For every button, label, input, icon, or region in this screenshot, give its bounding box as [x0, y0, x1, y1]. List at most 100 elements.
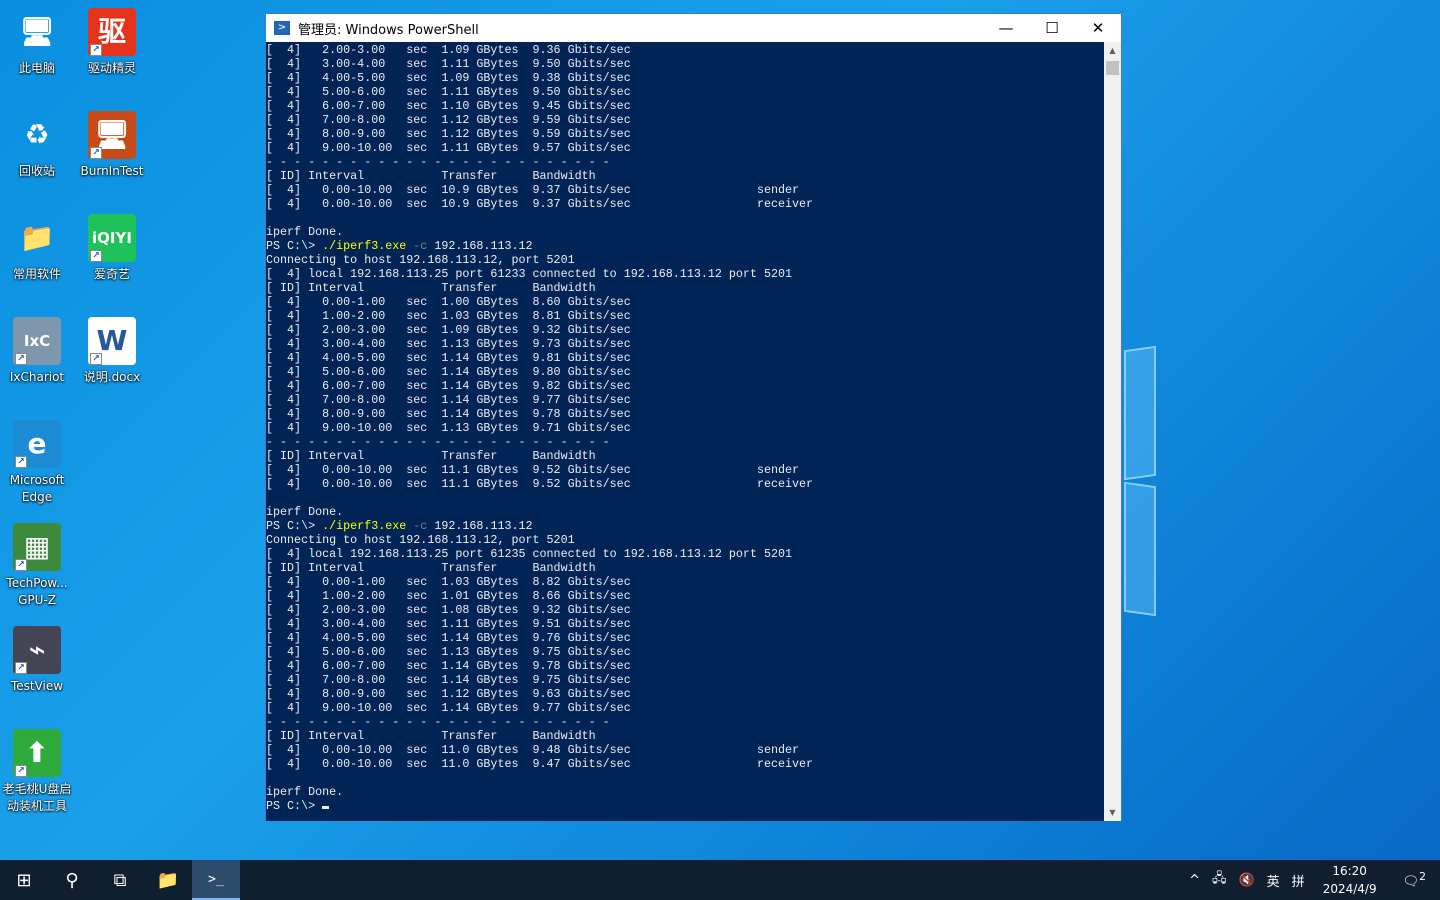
terminal-line: iperf Done.	[266, 225, 344, 239]
terminal-line: [ 4] 8.00-9.00 sec 1.12 GBytes 9.63 Gbit…	[266, 687, 631, 701]
terminal-line: [ 4] 0.00-10.00 sec 11.1 GBytes 9.52 Gbi…	[266, 463, 800, 477]
desktop-icon[interactable]: 🖥 此电脑	[0, 8, 74, 77]
desktop-icon-image: iQIYI ↗	[88, 214, 136, 262]
task-view-button[interactable]: ⧉	[96, 860, 144, 900]
command-arg: 192.168.113.12	[427, 519, 533, 533]
terminal-output[interactable]: [ 4] 2.00-3.00 sec 1.09 GBytes 9.36 Gbit…	[266, 42, 1105, 821]
terminal-line: - - - - - - - - - - - - - - - - - - - - …	[266, 435, 610, 449]
shortcut-arrow-icon: ↗	[15, 559, 27, 571]
terminal-line: PS C:\>	[266, 799, 813, 813]
terminal-line: [ ID] Interval Transfer Bandwidth	[266, 729, 596, 743]
volume-muted-icon[interactable]: 🔇	[1232, 873, 1260, 888]
desktop-icon[interactable]: ⌁ ↗ TestView	[0, 626, 74, 695]
ime-language[interactable]: 英	[1261, 871, 1286, 890]
terminal-line: Connecting to host 192.168.113.12, port …	[266, 253, 575, 267]
terminal-line: [ 4] 7.00-8.00 sec 1.12 GBytes 9.59 Gbit…	[266, 113, 631, 127]
search-button[interactable]: ⚲	[48, 860, 96, 900]
terminal-line: [ 4] 0.00-10.00 sec 10.9 GBytes 9.37 Gbi…	[266, 183, 800, 197]
scroll-down-arrow-icon[interactable]: ▼	[1104, 804, 1121, 821]
terminal-line: [ 4] 7.00-8.00 sec 1.14 GBytes 9.77 Gbit…	[266, 393, 631, 407]
desktop-icon[interactable]: IxC ↗ IxChariot	[0, 317, 74, 386]
windows-logo-pane-bottom	[1124, 481, 1156, 617]
terminal-line: [ ID] Interval Transfer Bandwidth	[266, 449, 596, 463]
shortcut-arrow-icon: ↗	[90, 353, 102, 365]
terminal-line: [ 4] 3.00-4.00 sec 1.11 GBytes 9.51 Gbit…	[266, 617, 631, 631]
desktop-icon[interactable]: W ↗ 说明.docx	[75, 317, 149, 386]
terminal-line: [ 4] local 192.168.113.25 port 61233 con…	[266, 267, 793, 281]
terminal-line: [ 4] 4.00-5.00 sec 1.09 GBytes 9.38 Gbit…	[266, 71, 631, 85]
desktop-icon[interactable]: ♻ 回收站	[0, 111, 74, 180]
time: 16:20	[1332, 864, 1367, 878]
terminal-line: [ 4] 2.00-3.00 sec 1.09 GBytes 9.32 Gbit…	[266, 323, 631, 337]
desktop-icon[interactable]: iQIYI ↗ 爱奇艺	[75, 214, 149, 283]
terminal-line: [ 4] 5.00-6.00 sec 1.11 GBytes 9.50 Gbit…	[266, 85, 631, 99]
shortcut-arrow-icon: ↗	[15, 456, 27, 468]
terminal-line: [ 4] 6.00-7.00 sec 1.10 GBytes 9.45 Gbit…	[266, 99, 631, 113]
terminal-line: [ 4] 0.00-10.00 sec 11.0 GBytes 9.47 Gbi…	[266, 757, 814, 771]
terminal-line: PS C:\> ./iperf3.exe -c 192.168.113.12	[266, 239, 813, 253]
desktop-icon-image: ♻	[24, 118, 50, 151]
clock[interactable]: 16:20 2024/4/9	[1311, 862, 1389, 898]
title-bar[interactable]: > 管理员: Windows PowerShell — ☐ ✕	[266, 14, 1121, 42]
ime-mode[interactable]: 拼	[1286, 871, 1311, 890]
scroll-thumb[interactable]	[1106, 61, 1119, 75]
desktop-icon-label: 老毛桃U盘启动装机工具	[2, 782, 72, 813]
start-button[interactable]: ⊞	[0, 860, 48, 900]
desktop-icon[interactable]: 🖥 ↗ BurnInTest	[75, 111, 149, 180]
desktop-icon-label: 说明.docx	[83, 370, 141, 384]
terminal-line: [ 4] 0.00-1.00 sec 1.03 GBytes 8.82 Gbit…	[266, 575, 631, 589]
terminal-line: [ 4] 0.00-10.00 sec 10.9 GBytes 9.37 Gbi…	[266, 197, 814, 211]
shortcut-arrow-icon: ↗	[15, 662, 27, 674]
terminal-line: Connecting to host 192.168.113.12, port …	[266, 533, 575, 547]
desktop-icon[interactable]: 驱 ↗ 驱动精灵	[75, 8, 149, 77]
powershell-window[interactable]: > 管理员: Windows PowerShell — ☐ ✕ [ 4] 2.0…	[265, 13, 1122, 821]
file-explorer-button[interactable]: 📁	[144, 860, 192, 900]
terminal-line: iperf Done.	[266, 785, 344, 799]
terminal-line: [ 4] 9.00-10.00 sec 1.11 GBytes 9.57 Gbi…	[266, 141, 631, 155]
vertical-scrollbar[interactable]: ▲ ▼	[1104, 42, 1121, 821]
terminal-line: [ 4] 2.00-3.00 sec 1.09 GBytes 9.36 Gbit…	[266, 43, 631, 57]
terminal-line: iperf Done.	[266, 505, 344, 519]
desktop-icon-image: ⌁ ↗	[13, 626, 61, 674]
shortcut-arrow-icon: ↗	[15, 765, 27, 777]
network-icon[interactable]: 🖧	[1206, 869, 1233, 891]
terminal-line: [ 4] local 192.168.113.25 port 61235 con…	[266, 547, 793, 561]
terminal-line: [ 4] 5.00-6.00 sec 1.14 GBytes 9.80 Gbit…	[266, 365, 631, 379]
notification-count: 2	[1419, 870, 1426, 884]
desktop-icon[interactable]: e ↗ Microsoft Edge	[0, 420, 74, 506]
desktop-icon[interactable]: 📁 常用软件	[0, 214, 74, 283]
scroll-up-arrow-icon[interactable]: ▲	[1104, 42, 1121, 59]
desktop-icon[interactable]: ▦ ↗ TechPow... GPU-Z	[0, 523, 74, 609]
terminal-line: [ 4] 4.00-5.00 sec 1.14 GBytes 9.81 Gbit…	[266, 351, 631, 365]
show-hidden-icons-chevron-icon[interactable]: ^	[1183, 873, 1206, 888]
notification-center-button[interactable]: 🗨2	[1389, 870, 1440, 889]
windows-logo-pane-top	[1124, 345, 1156, 481]
desktop-icon-image: IxC ↗	[13, 317, 61, 365]
terminal-line: [ ID] Interval Transfer Bandwidth	[266, 281, 596, 295]
terminal-line: - - - - - - - - - - - - - - - - - - - - …	[266, 155, 610, 169]
date: 2024/4/9	[1322, 882, 1377, 896]
terminal-line: [ 4] 3.00-4.00 sec 1.11 GBytes 9.50 Gbit…	[266, 57, 631, 71]
terminal-line: [ 4] 0.00-10.00 sec 11.0 GBytes 9.48 Gbi…	[266, 743, 800, 757]
terminal-line: [ 4] 2.00-3.00 sec 1.08 GBytes 9.32 Gbit…	[266, 603, 631, 617]
desktop-icon[interactable]: ⬆ ↗ 老毛桃U盘启动装机工具	[0, 729, 74, 815]
close-button[interactable]: ✕	[1075, 14, 1121, 42]
maximize-button[interactable]: ☐	[1029, 14, 1075, 42]
desktop-icon-label: TechPow... GPU-Z	[6, 576, 68, 607]
command-arg: 192.168.113.12	[427, 239, 533, 253]
terminal-line: [ 4] 4.00-5.00 sec 1.14 GBytes 9.76 Gbit…	[266, 631, 631, 645]
terminal-line: PS C:\> ./iperf3.exe -c 192.168.113.12	[266, 519, 813, 533]
terminal-line: [ 4] 7.00-8.00 sec 1.14 GBytes 9.75 Gbit…	[266, 673, 631, 687]
powershell-taskbar-button[interactable]: >_	[192, 860, 240, 900]
desktop-icon-image: 📁	[19, 221, 55, 254]
terminal-line: [ ID] Interval Transfer Bandwidth	[266, 561, 596, 575]
desktop-icon-label: 爱奇艺	[93, 267, 130, 281]
command-flag: -c	[406, 239, 428, 253]
terminal-line: [ 4] 9.00-10.00 sec 1.13 GBytes 9.71 Gbi…	[266, 421, 631, 435]
terminal-line: - - - - - - - - - - - - - - - - - - - - …	[266, 715, 610, 729]
desktop-icon-image: 🖥 ↗	[88, 111, 136, 159]
text-cursor	[322, 806, 330, 809]
minimize-button[interactable]: —	[983, 14, 1029, 42]
